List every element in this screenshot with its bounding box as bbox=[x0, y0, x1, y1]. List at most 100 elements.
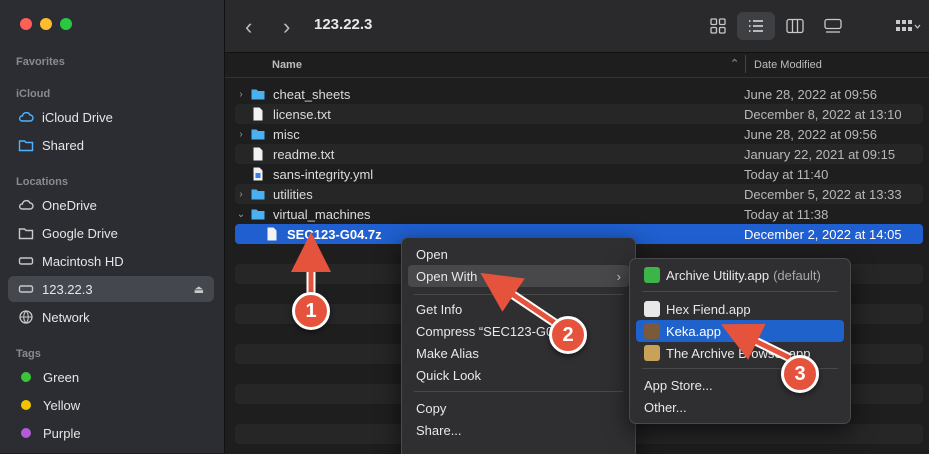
file-row[interactable]: readme.txt January 22, 2021 at 09:15 bbox=[235, 144, 923, 164]
file-row[interactable]: ⌄ virtual_machines Today at 11:38 bbox=[235, 204, 923, 224]
favorites-section-label: Favorites bbox=[16, 56, 65, 68]
disclosure-chevron-icon[interactable]: › bbox=[235, 189, 247, 200]
hard-drive-icon bbox=[18, 285, 34, 293]
sidebar-item-shared[interactable]: Shared bbox=[8, 132, 214, 158]
menu-item-quick-look[interactable]: Quick Look bbox=[408, 364, 629, 386]
context-menu: Open Open With › Get Info Compress “SEC1… bbox=[401, 237, 636, 454]
callout-badge-1: 1 bbox=[292, 292, 330, 330]
eject-icon[interactable]: ⏏ bbox=[194, 283, 204, 296]
forward-button[interactable]: › bbox=[283, 14, 290, 40]
yellow-tag-icon bbox=[21, 400, 31, 410]
group-by-button[interactable] bbox=[889, 12, 927, 40]
sidebar-item-label: Yellow bbox=[43, 397, 81, 413]
file-row[interactable]: license.txt December 8, 2022 at 13:10 bbox=[235, 104, 923, 124]
sidebar-item-label: Macintosh HD bbox=[42, 253, 124, 269]
disclosure-chevron-open-icon[interactable]: ⌄ bbox=[235, 209, 247, 220]
icloud-section-label: iCloud bbox=[16, 88, 51, 100]
grid-icon bbox=[710, 18, 726, 34]
file-row[interactable]: › utilities December 5, 2022 at 13:33 bbox=[235, 184, 923, 204]
document-icon bbox=[253, 147, 263, 161]
minimize-window-button[interactable] bbox=[40, 18, 52, 30]
file-row[interactable]: › misc June 28, 2022 at 09:56 bbox=[235, 124, 923, 144]
sidebar-item-tag-yellow[interactable]: Yellow bbox=[8, 392, 214, 418]
archive-file-icon bbox=[267, 227, 277, 241]
gallery-icon bbox=[824, 18, 842, 33]
menu-item-hex-fiend[interactable]: Hex Fiend.app bbox=[636, 298, 844, 320]
file-date: January 22, 2021 at 09:15 bbox=[744, 146, 896, 162]
window-title: 123.22.3 bbox=[314, 16, 373, 33]
purple-tag-icon bbox=[21, 428, 31, 438]
yaml-document-icon bbox=[253, 167, 263, 181]
file-date: December 8, 2022 at 13:10 bbox=[744, 106, 902, 122]
menu-separator bbox=[642, 291, 838, 292]
sidebar-item-tag-purple[interactable]: Purple bbox=[8, 420, 214, 446]
sidebar-item-label: Network bbox=[42, 309, 90, 325]
list-view-button[interactable] bbox=[737, 12, 775, 40]
folder-icon bbox=[251, 209, 265, 220]
folder-icon bbox=[251, 189, 265, 200]
disclosure-chevron-icon[interactable]: › bbox=[235, 129, 247, 140]
list-icon bbox=[749, 20, 763, 32]
sidebar-item-google-drive[interactable]: Google Drive bbox=[8, 220, 214, 246]
file-date: June 28, 2022 at 09:56 bbox=[744, 86, 878, 102]
sidebar-item-label: Shared bbox=[42, 137, 84, 153]
sidebar-item-tag-green[interactable]: Green bbox=[8, 364, 214, 390]
menu-item-open[interactable]: Open bbox=[408, 243, 629, 265]
callout-badge-3: 3 bbox=[781, 355, 819, 393]
open-with-submenu: Archive Utility.app (default) Hex Fiend.… bbox=[629, 258, 851, 424]
sidebar-item-macintosh-hd[interactable]: Macintosh HD bbox=[8, 248, 214, 274]
name-column-header[interactable]: Name bbox=[272, 59, 302, 71]
menu-item-archive-utility[interactable]: Archive Utility.app (default) bbox=[636, 264, 844, 286]
shared-folder-icon bbox=[18, 140, 34, 152]
sidebar-item-onedrive[interactable]: OneDrive bbox=[8, 192, 214, 218]
locations-section-label: Locations bbox=[16, 176, 68, 188]
app-name: Hex Fiend.app bbox=[666, 301, 751, 317]
app-name: Archive Utility.app bbox=[666, 267, 770, 283]
sidebar-item-label: iCloud Drive bbox=[42, 109, 113, 125]
menu-item-keka[interactable]: Keka.app bbox=[636, 320, 844, 342]
close-window-button[interactable] bbox=[20, 18, 32, 30]
sidebar-item-icloud-drive[interactable]: iCloud Drive bbox=[8, 104, 214, 130]
file-date: December 2, 2022 at 14:05 bbox=[744, 226, 902, 242]
menu-item-compress[interactable]: Compress “SEC123-G0 bbox=[408, 320, 629, 342]
disclosure-chevron-icon[interactable]: › bbox=[235, 89, 247, 100]
sidebar-item-network[interactable]: Network bbox=[8, 304, 214, 330]
date-column-header[interactable]: Date Modified bbox=[754, 59, 822, 71]
icon-view-button[interactable] bbox=[699, 12, 737, 40]
menu-item-copy[interactable]: Copy bbox=[408, 397, 629, 419]
column-view-button[interactable] bbox=[776, 12, 814, 40]
sidebar-item-123-22-3[interactable]: 123.22.3 ⏏ bbox=[8, 276, 214, 302]
menu-separator bbox=[414, 294, 623, 295]
menu-item-make-alias[interactable]: Make Alias bbox=[408, 342, 629, 364]
column-header: Name ⌃ Date Modified bbox=[225, 53, 929, 78]
toolbar: ‹ › 123.22.3 bbox=[225, 0, 929, 53]
sidebar: Favorites iCloud iCloud Drive Shared Loc… bbox=[0, 0, 225, 453]
file-row[interactable]: sans-integrity.yml Today at 11:40 bbox=[235, 164, 923, 184]
file-date: Today at 11:40 bbox=[744, 166, 829, 182]
back-button[interactable]: ‹ bbox=[245, 14, 252, 40]
default-tag: (default) bbox=[773, 267, 821, 283]
tags-section-label: Tags bbox=[16, 348, 41, 360]
zoom-window-button[interactable] bbox=[60, 18, 72, 30]
cloud-icon bbox=[19, 111, 34, 122]
hard-drive-icon bbox=[18, 257, 34, 265]
archive-utility-icon bbox=[644, 267, 660, 283]
menu-item-share[interactable]: Share... bbox=[408, 419, 629, 441]
menu-item-open-with[interactable]: Open With › bbox=[408, 265, 629, 287]
menu-item-other[interactable]: Other... bbox=[636, 396, 844, 418]
callout-badge-2: 2 bbox=[549, 316, 587, 354]
document-icon bbox=[253, 107, 263, 121]
file-row[interactable]: › cheat_sheets June 28, 2022 at 09:56 bbox=[235, 84, 923, 104]
globe-icon bbox=[19, 310, 33, 324]
column-divider bbox=[745, 55, 746, 73]
sort-chevron-icon: ⌃ bbox=[730, 58, 740, 70]
menu-separator bbox=[414, 391, 623, 392]
gallery-view-button[interactable] bbox=[814, 12, 852, 40]
folder-icon bbox=[18, 228, 34, 240]
menu-item-get-info[interactable]: Get Info bbox=[408, 298, 629, 320]
menu-item-label: Open With bbox=[416, 268, 478, 284]
keka-icon bbox=[644, 323, 660, 339]
columns-icon bbox=[786, 18, 804, 34]
file-date: Today at 11:38 bbox=[744, 206, 829, 222]
sidebar-item-label: OneDrive bbox=[42, 197, 97, 213]
